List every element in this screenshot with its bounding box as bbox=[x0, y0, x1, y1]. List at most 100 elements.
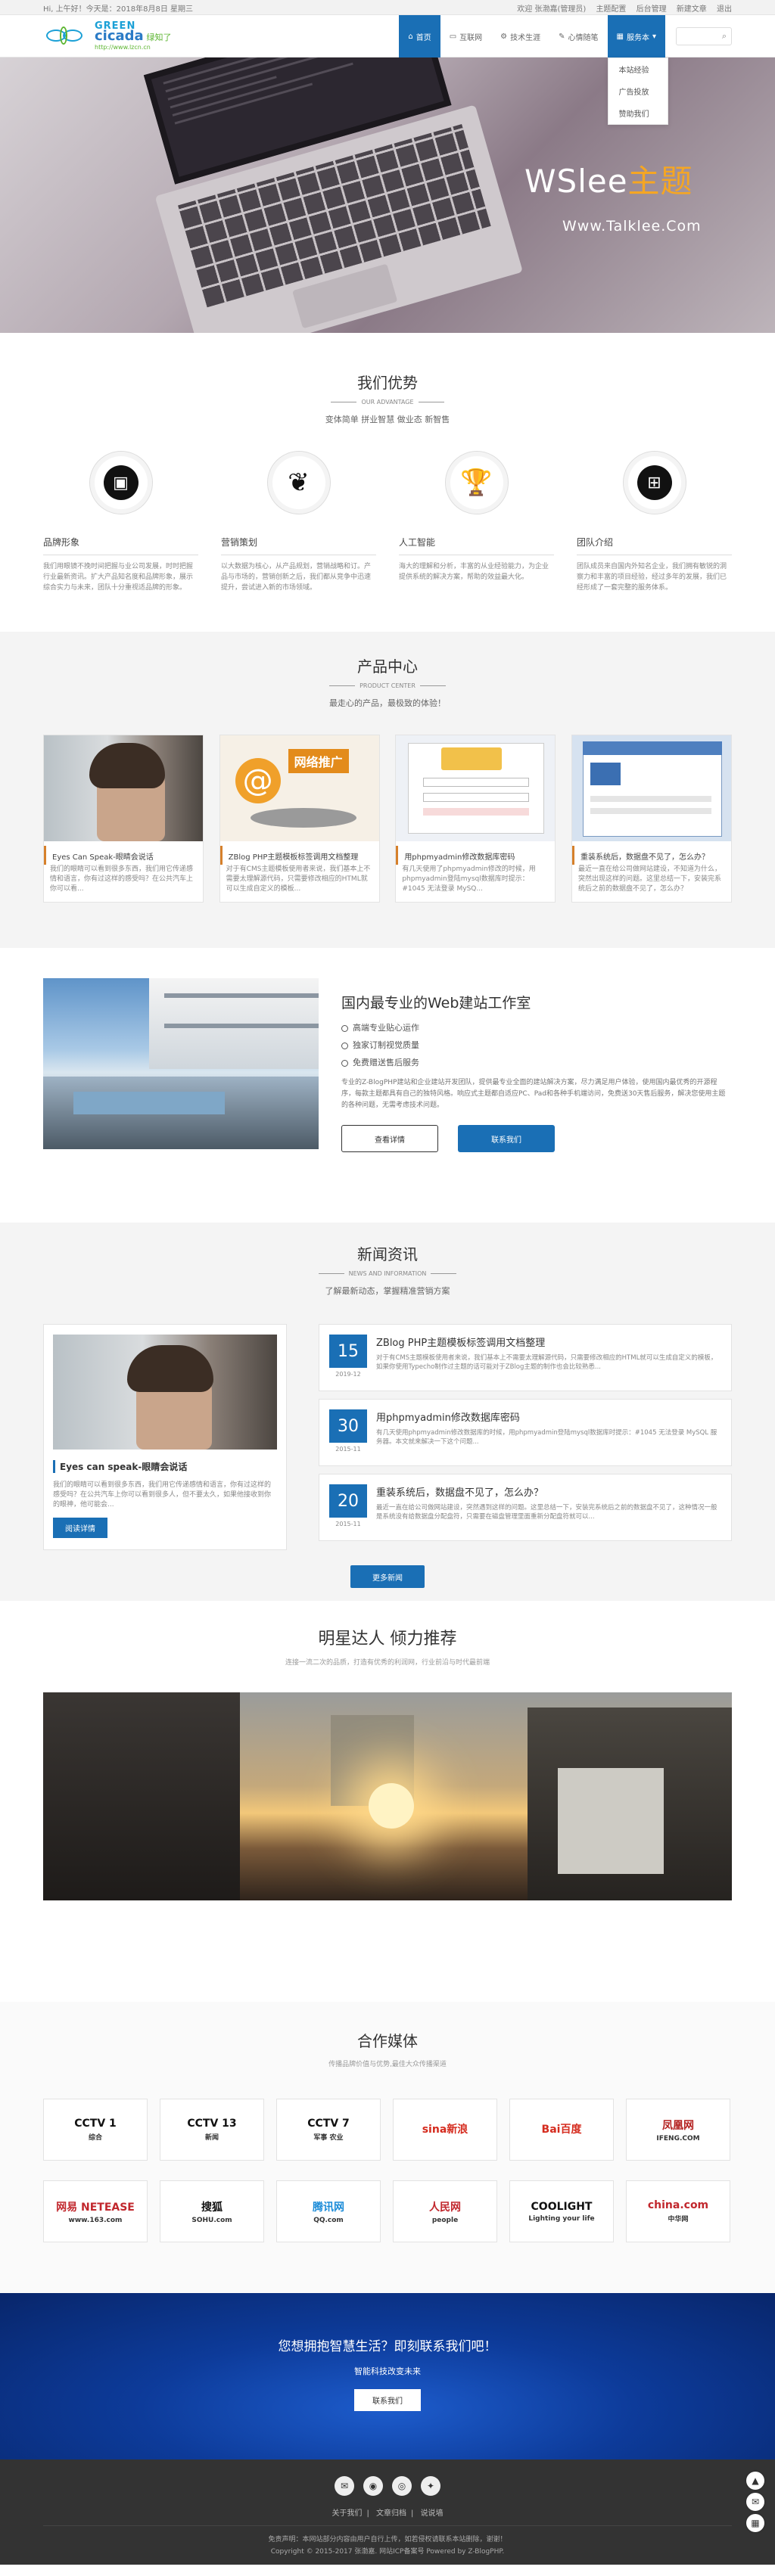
weibo-icon[interactable]: ◎ bbox=[392, 2476, 412, 2496]
media-logo-name: Bai百度 bbox=[541, 2123, 582, 2136]
top-link-admin[interactable]: 后台管理 bbox=[636, 5, 667, 14]
banner-title-accent: 主题 bbox=[627, 163, 693, 200]
media-logo-name: 腾讯网 bbox=[313, 2201, 344, 2214]
product-card[interactable]: Eyes Can Speak-眼睛会说话 我们的眼睛可以看到很多东西，我们用它传… bbox=[43, 735, 204, 903]
news-item[interactable]: 20 2015-11 重装系统后，数据盘不见了，怎么办？ 最近一直在给公司做网站建设… bbox=[319, 1474, 732, 1541]
email-icon[interactable]: ✉ bbox=[335, 2476, 354, 2496]
media-logo[interactable]: 搜狐 SOHU.com bbox=[160, 2180, 264, 2242]
media-logo[interactable]: 腾讯网 QQ.com bbox=[276, 2180, 381, 2242]
product-card[interactable]: @ 网络推广 ZBlog PHP主题模板标签调用文档整理 对于有CMS主题模板使… bbox=[219, 735, 380, 903]
product-text: 对于有CMS主题模板使用者来说，我们基本上不需要太理解源代码，只需要修改相应的H… bbox=[226, 865, 371, 893]
wechat-icon[interactable]: ◉ bbox=[363, 2476, 383, 2496]
section-title: 合作媒体 bbox=[357, 2032, 418, 2050]
footer-link[interactable]: 文章归档 bbox=[376, 2509, 406, 2518]
news-item[interactable]: 30 2015-11 用phpmyadmin修改数据库密码 有几天使用phpmyad… bbox=[319, 1399, 732, 1466]
product-title: ZBlog PHP主题模板标签调用文档整理 bbox=[219, 846, 379, 865]
footer-copyright: Copyright © 2015-2017 张渤嘉. 网站ICP备案号 Powe… bbox=[270, 2548, 505, 2556]
logo-url: http://www.lzcn.cn bbox=[95, 43, 151, 51]
site-logo[interactable]: GREEN cicada 绿知了 http://www.lzcn.cn bbox=[43, 21, 270, 52]
top-link-user[interactable]: 欢迎 张渤嘉(管理员) bbox=[517, 5, 586, 14]
news-month: 2019-12 bbox=[335, 1371, 361, 1378]
news-title[interactable]: 用phpmyadmin修改数据库密码 bbox=[376, 1409, 721, 1424]
footer: ✉ ◉ ◎ ✦ 关于我们 | 文章归档 | 说说墙 免责声明：本网站部分内容由用户自… bbox=[0, 2459, 775, 2565]
dropdown-item[interactable]: 广告投放 bbox=[608, 80, 668, 102]
media-logo[interactable]: 网易 NETEASE www.163.com bbox=[43, 2180, 148, 2242]
section-subtitle: OUR ADVANTAGE bbox=[361, 399, 414, 406]
advantage-text: 以大数据为核心，从产品规划，营销战略和订。产品与市场的，营销创新之后，我们都从竞… bbox=[221, 563, 372, 592]
grid-icon: ▦ bbox=[616, 32, 624, 41]
contact-us-button[interactable]: 联系我们 bbox=[354, 2389, 421, 2411]
city-sunset-image bbox=[43, 1692, 732, 1900]
media-logo[interactable]: sina新浪 bbox=[393, 2099, 497, 2161]
news-title[interactable]: ZBlog PHP主题模板标签调用文档整理 bbox=[376, 1335, 721, 1349]
media-logo-grid: CCTV 1 综合 CCTV 13 新闻 CCTV 7 军事 农业 sina新浪 Bai百度 凤… bbox=[43, 2099, 732, 2242]
news-month: 2015-11 bbox=[335, 1446, 361, 1453]
side-float-bar: ▲ ✉ ▦ bbox=[746, 2472, 764, 2535]
advantage-title: 营销策划 bbox=[221, 536, 376, 555]
back-to-top-icon[interactable]: ▲ bbox=[746, 2472, 764, 2490]
product-title: 重装系统后，数据盘不见了，怎么办？ bbox=[571, 846, 731, 865]
studio-section: 国内最专业的Web建站工作室 高端专业贴心运作 独家订制视觉质量 免费赠送售后服… bbox=[0, 948, 775, 1223]
media-logo[interactable]: 人民网 people bbox=[393, 2180, 497, 2242]
media-logo-sub: www.163.com bbox=[68, 2216, 123, 2224]
search-box: ⌕ bbox=[676, 27, 732, 45]
detail-button[interactable]: 查看详情 bbox=[341, 1125, 438, 1152]
advantage-card: 🏆 人工智能 海大的理解和分析，丰富的从业经验能力，为企业提供系统的解决方案，帮… bbox=[399, 451, 554, 593]
product-image bbox=[396, 735, 556, 841]
media-logo-name: 人民网 bbox=[429, 2201, 461, 2214]
media-logo[interactable]: Bai百度 bbox=[509, 2099, 614, 2161]
section-subtitle: PRODUCT CENTER bbox=[359, 682, 416, 689]
top-link-new-post[interactable]: 新建文章 bbox=[677, 5, 707, 14]
search-icon[interactable]: ⌕ bbox=[722, 31, 727, 42]
qq-icon[interactable]: ✦ bbox=[421, 2476, 440, 2496]
dropdown-item[interactable]: 赞助我们 bbox=[608, 102, 668, 124]
more-news-button[interactable]: 更多新闻 bbox=[350, 1565, 425, 1588]
footer-link[interactable]: 说说墙 bbox=[421, 2509, 444, 2518]
media-logo[interactable]: 凤凰网 IFENG.COM bbox=[626, 2099, 730, 2161]
nav-label: 首页 bbox=[416, 33, 431, 42]
contact-button[interactable]: 联系我们 bbox=[458, 1125, 555, 1152]
trophy-icon: 🏆 bbox=[459, 465, 494, 500]
chat-icon[interactable]: ✉ bbox=[746, 2493, 764, 2511]
media-logo-name: 网易 NETEASE bbox=[56, 2201, 135, 2214]
footer-link[interactable]: 关于我们 bbox=[331, 2509, 362, 2518]
nav-service[interactable]: ▦ 服务本 ▾ 本站经验 广告投放 赞助我们 bbox=[607, 15, 668, 125]
advantage-title: 品牌形象 bbox=[43, 536, 198, 555]
dropdown-item[interactable]: 本站经验 bbox=[608, 58, 668, 80]
nav-tech[interactable]: ⚙ 技术生涯 bbox=[491, 15, 549, 57]
search-input[interactable] bbox=[677, 29, 714, 44]
featured-news-text: 我们的眼睛可以看到很多东西，我们用它传递感情和语言，你有过这样的感受吗？在公共汽… bbox=[53, 1481, 272, 1509]
header: GREEN cicada 绿知了 http://www.lzcn.cn ⌂ 首页 … bbox=[0, 15, 775, 125]
product-title: Eyes Can Speak-眼睛会说话 bbox=[44, 846, 203, 865]
product-card[interactable]: 重装系统后，数据盘不见了，怎么办？ 最近一直在给公司做网站建设，不知道为什么，突… bbox=[571, 735, 732, 903]
product-text: 有几天使用了phpmyadmin修改的时候，用phpmyadmin登陆mysql… bbox=[402, 865, 536, 893]
media-logo[interactable]: CCTV 7 军事 农业 bbox=[276, 2099, 381, 2161]
media-logo-name: CCTV 7 bbox=[307, 2118, 350, 2130]
media-logo[interactable]: china.com 中华网 bbox=[626, 2180, 730, 2242]
news-title[interactable]: 重装系统后，数据盘不见了，怎么办？ bbox=[376, 1484, 721, 1499]
featured-news-title[interactable]: Eyes can speak-眼睛会说话 bbox=[53, 1460, 277, 1473]
news-item[interactable]: 15 2019-12 ZBlog PHP主题模板标签调用文档整理 对于有CMS主题模… bbox=[319, 1324, 732, 1391]
banner-title: WSlee主题 bbox=[524, 156, 693, 202]
top-link-logout[interactable]: 退出 bbox=[717, 5, 732, 14]
media-logo[interactable]: CCTV 1 综合 bbox=[43, 2099, 148, 2161]
top-link-theme[interactable]: 主题配置 bbox=[596, 5, 626, 14]
news-text: 有几天使用phpmyadmin修改数据库的时候，用phpmyadmin登陆mys… bbox=[376, 1429, 717, 1446]
nav-mood[interactable]: ✎ 心情随笔 bbox=[549, 15, 607, 57]
nav-home[interactable]: ⌂ 首页 bbox=[399, 15, 440, 57]
section-desc: 了解最新动态，掌握精准营销方案 bbox=[325, 1286, 450, 1296]
recommend-section: 明星达人 倾力推荐 连接一流二次的品质，打造有优秀的利润网，行业前沿与时代最前端 bbox=[0, 1601, 775, 2002]
qrcode-icon[interactable]: ▦ bbox=[746, 2514, 764, 2532]
section-title: 新闻资讯 bbox=[357, 1245, 418, 1263]
read-more-button[interactable]: 阅读详情 bbox=[53, 1518, 107, 1538]
media-logo[interactable]: COOLIGHT Lighting your life bbox=[509, 2180, 614, 2242]
product-card[interactable]: 用phpmyadmin修改数据库密码 有几天使用了phpmyadmin修改的时候… bbox=[395, 735, 556, 903]
product-image bbox=[571, 735, 731, 841]
check-circle-icon bbox=[341, 1059, 348, 1067]
news-section: 新闻资讯 NEWS AND INFORMATION 了解最新动态，掌握精准营销方… bbox=[0, 1223, 775, 1601]
media-logo-name: 凤凰网 bbox=[662, 2119, 694, 2132]
nav-internet[interactable]: ▭ 互联网 bbox=[440, 15, 491, 57]
media-logo[interactable]: CCTV 13 新闻 bbox=[160, 2099, 264, 2161]
studio-text: 专业的Z-BlogPHP建站和企业建站开发团队，提供最专业全面的建站解决方案，尽… bbox=[341, 1079, 726, 1109]
media-logo-sub: SOHU.com bbox=[191, 2216, 232, 2224]
